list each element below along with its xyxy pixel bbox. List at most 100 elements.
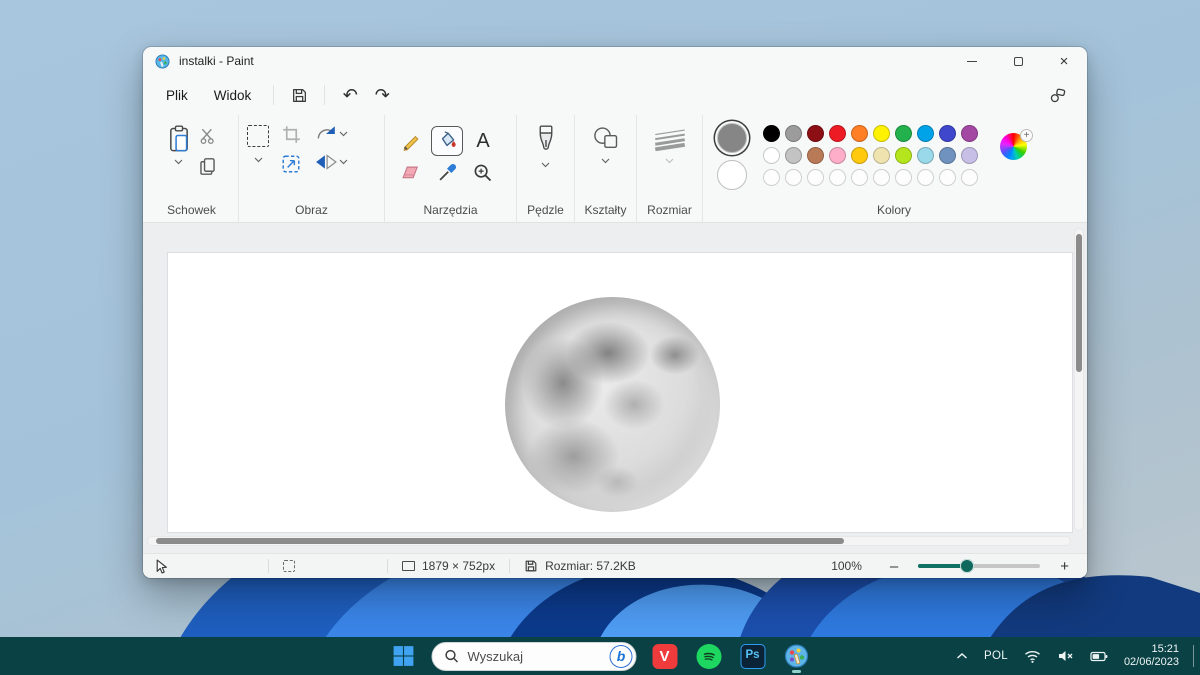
fill-bucket-icon [437, 131, 457, 151]
settings-button[interactable] [1041, 81, 1073, 109]
group-brushes: Pędzle [517, 115, 575, 222]
crop-button[interactable] [282, 125, 301, 144]
taskbar-app-vivaldi[interactable]: V [649, 640, 681, 672]
close-button[interactable]: × [1041, 47, 1087, 75]
resize-button[interactable] [281, 154, 301, 174]
vertical-scrollbar[interactable] [1074, 228, 1084, 531]
palette-swatch-r1-c2[interactable] [785, 125, 802, 142]
palette-swatch-r2-c6[interactable] [873, 147, 890, 164]
palette-swatch-r3-c4[interactable] [829, 169, 846, 186]
search-icon [445, 649, 459, 663]
shapes-button[interactable] [592, 125, 620, 151]
minimize-button[interactable] [949, 47, 995, 75]
palette-swatch-r1-c6[interactable] [873, 125, 890, 142]
palette-swatch-r3-c9[interactable] [939, 169, 956, 186]
menu-plik[interactable]: Plik [153, 82, 201, 109]
palette-swatch-r3-c10[interactable] [961, 169, 978, 186]
palette-swatch-r1-c3[interactable] [807, 125, 824, 142]
palette-swatch-r3-c2[interactable] [785, 169, 802, 186]
palette-swatch-r2-c2[interactable] [785, 147, 802, 164]
drawing-canvas[interactable] [168, 253, 1072, 532]
flip-icon [315, 153, 337, 171]
paste-button[interactable] [167, 125, 191, 200]
chevron-down-icon [601, 158, 610, 164]
pencil-tool-button[interactable] [401, 131, 421, 151]
size-button[interactable] [653, 125, 687, 151]
start-button[interactable] [388, 640, 420, 672]
color1-swatch[interactable] [717, 123, 747, 153]
magnifier-icon [473, 163, 493, 183]
palette-swatch-r2-c9[interactable] [939, 147, 956, 164]
palette-swatch-r3-c8[interactable] [917, 169, 934, 186]
copy-button[interactable] [199, 157, 217, 176]
palette-swatch-r1-c4[interactable] [829, 125, 846, 142]
palette-swatch-r1-c8[interactable] [917, 125, 934, 142]
zoom-value: 100% [831, 559, 862, 573]
undo-button[interactable]: ↶ [334, 81, 366, 109]
file-size-value: Rozmiar: 57.2KB [545, 559, 636, 573]
group-label-shapes: Kształty [575, 203, 636, 217]
horizontal-scrollbar[interactable] [147, 536, 1071, 546]
cut-button[interactable] [199, 127, 217, 145]
palette-swatch-r2-c4[interactable] [829, 147, 846, 164]
wifi-button[interactable] [1018, 641, 1047, 671]
workarea [143, 223, 1087, 553]
language-indicator[interactable]: POL [978, 641, 1014, 671]
palette-swatch-r3-c7[interactable] [895, 169, 912, 186]
palette-swatch-r2-c7[interactable] [895, 147, 912, 164]
rotate-button[interactable] [315, 125, 348, 143]
bing-icon[interactable]: b [610, 645, 633, 668]
magnifier-tool-button[interactable] [473, 163, 493, 183]
edit-colors-button[interactable]: + [1000, 133, 1030, 163]
palette-swatch-r1-c9[interactable] [939, 125, 956, 142]
palette-swatch-r2-c5[interactable] [851, 147, 868, 164]
color2-swatch[interactable] [717, 160, 747, 190]
eraser-tool-button[interactable] [401, 164, 421, 182]
zoom-out-button[interactable]: – [884, 558, 904, 575]
palette-swatch-r1-c10[interactable] [961, 125, 978, 142]
save-button[interactable] [283, 81, 315, 109]
menu-widok[interactable]: Widok [201, 82, 265, 109]
palette-swatch-r3-c6[interactable] [873, 169, 890, 186]
palette-swatch-r2-c3[interactable] [807, 147, 824, 164]
tray-chevron-button[interactable] [950, 641, 974, 671]
volume-button[interactable] [1051, 641, 1080, 671]
text-tool-button[interactable]: A [476, 130, 489, 153]
redo-icon: ↷ [375, 86, 390, 104]
redo-button[interactable]: ↷ [366, 81, 398, 109]
clock[interactable]: 15:21 02/06/2023 [1118, 643, 1185, 669]
close-icon: × [1060, 54, 1069, 69]
color-picker-tool-button[interactable] [437, 163, 457, 183]
fill-tool-button-selected[interactable] [431, 126, 463, 156]
vertical-scrollbar-thumb[interactable] [1076, 234, 1082, 372]
palette-swatch-r3-c3[interactable] [807, 169, 824, 186]
brushes-button[interactable] [535, 125, 557, 155]
battery-button[interactable] [1084, 641, 1114, 671]
zoom-slider[interactable] [918, 559, 1040, 573]
taskbar-app-paint[interactable] [781, 640, 813, 672]
maximize-button[interactable] [995, 47, 1041, 75]
taskbar-app-spotify[interactable] [693, 640, 725, 672]
palette-swatch-r2-c8[interactable] [917, 147, 934, 164]
select-button[interactable] [247, 125, 269, 147]
palette-swatch-r2-c10[interactable] [961, 147, 978, 164]
titlebar[interactable]: instalki - Paint × [143, 47, 1087, 75]
zoom-slider-thumb[interactable] [960, 559, 974, 573]
palette-swatch-r2-c1[interactable] [763, 147, 780, 164]
window-title: instalki - Paint [179, 54, 254, 68]
palette-swatch-r3-c5[interactable] [851, 169, 868, 186]
taskbar-app-photoshop[interactable]: Ps [737, 640, 769, 672]
chevron-down-icon [541, 162, 550, 168]
horizontal-scrollbar-thumb[interactable] [156, 538, 844, 544]
palette-swatch-r3-c1[interactable] [763, 169, 780, 186]
zoom-in-button[interactable]: + [1054, 558, 1075, 575]
show-desktop-button[interactable] [1193, 645, 1194, 667]
palette-swatch-r1-c5[interactable] [851, 125, 868, 142]
group-label-image: Obraz [239, 203, 384, 217]
palette-swatch-r1-c7[interactable] [895, 125, 912, 142]
palette-swatch-r1-c1[interactable] [763, 125, 780, 142]
search-input[interactable]: Wyszukaj b [432, 642, 637, 671]
canvas-size-indicator: 1879 × 752px [402, 559, 495, 573]
flip-button[interactable] [315, 153, 348, 171]
line-size-icon [653, 125, 687, 151]
